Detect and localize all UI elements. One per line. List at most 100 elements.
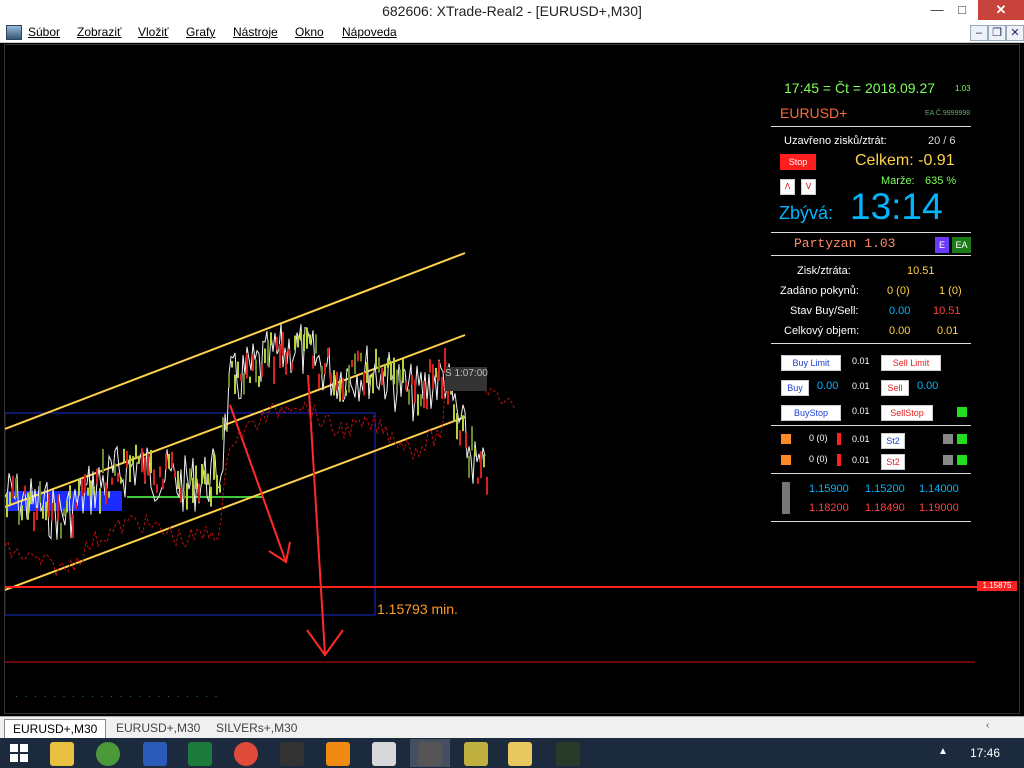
buy-lot: 0.01 xyxy=(852,381,870,391)
taskbar-item-folder[interactable] xyxy=(500,739,540,767)
buy-limit-button[interactable]: Buy Limit xyxy=(781,355,841,371)
volume-label: Celkový objem: xyxy=(784,325,860,337)
st2-button-2[interactable]: St2 xyxy=(881,454,905,470)
faded-status-text: · · · · · · · · · · · · · · · · · · · · … xyxy=(15,691,220,701)
green-status-icon[interactable] xyxy=(957,407,967,417)
lot-1: 0.01 xyxy=(852,434,870,444)
taskbar-item-explorer[interactable] xyxy=(42,739,82,767)
gray-toggle-icon[interactable] xyxy=(943,434,953,444)
dashed-indicator xyxy=(5,362,516,579)
menu-window[interactable]: Okno xyxy=(295,25,324,39)
menu-file[interactable]: Súbor xyxy=(28,25,60,39)
xtrade-icon xyxy=(372,742,396,766)
level-2-2: 1.18490 xyxy=(865,502,905,514)
taskbar-item-chrome[interactable] xyxy=(226,739,266,767)
tabs-scroll-left[interactable]: ‹ xyxy=(986,720,989,731)
orange-toggle-icon[interactable] xyxy=(781,455,791,465)
photos-icon xyxy=(464,742,488,766)
state-buy: 0.00 xyxy=(889,305,911,317)
symbol-label: EURUSD+ xyxy=(780,105,848,121)
taskbar-item-metatrader[interactable] xyxy=(548,739,588,767)
stop-button[interactable]: Stop xyxy=(780,154,816,170)
range-box xyxy=(5,412,376,616)
divider xyxy=(771,126,971,127)
menu-help[interactable]: Nápoveda xyxy=(342,25,397,39)
buy-stop-button[interactable]: BuyStop xyxy=(781,405,841,421)
level-1-1: 1.15900 xyxy=(809,483,849,495)
gray-toggle-icon[interactable] xyxy=(943,455,953,465)
sell-stop-button[interactable]: SellStop xyxy=(881,405,933,421)
divider xyxy=(771,232,971,233)
orange-toggle-icon[interactable] xyxy=(781,434,791,444)
menu-bar: Súbor Zobraziť Vložiť Grafy Nástroje Okn… xyxy=(0,22,1024,43)
down-arrow-icon[interactable]: V xyxy=(801,179,816,195)
tab-eurusd-2[interactable]: EURUSD+,M30 xyxy=(108,719,208,737)
buy-button[interactable]: Buy xyxy=(781,380,809,396)
sell-limit-button[interactable]: Sell Limit xyxy=(881,355,941,371)
divider xyxy=(771,521,971,522)
timer-tag: S 1:07:00 xyxy=(445,368,488,379)
tray-up-icon[interactable]: ▲ xyxy=(938,746,948,757)
level-2-3: 1.19000 xyxy=(919,502,959,514)
price-chart[interactable]: S 1:07:00 1.15793 min. 1.15875 · · · · ·… xyxy=(4,44,1020,714)
divider xyxy=(771,255,971,256)
ea-panel: 17:45 = Čt = 2018.09.27 1.03 EURUSD+ EA … xyxy=(771,75,981,525)
st2-button-1[interactable]: St2 xyxy=(881,433,905,449)
closed-value: 20 / 6 xyxy=(928,135,956,147)
close-button[interactable]: ✕ xyxy=(978,0,1024,20)
level-1-2: 1.15200 xyxy=(865,483,905,495)
clock: 17:46 xyxy=(970,746,1001,760)
window-title: 682606: XTrade-Real2 - [EURUSD+,M30] xyxy=(382,3,642,19)
state-label: Stav Buy/Sell: xyxy=(790,305,859,317)
buy-price: 0.00 xyxy=(817,380,839,392)
mdi-restore-button[interactable]: ❐ xyxy=(988,25,1006,41)
remaining-value: 13:14 xyxy=(850,186,943,227)
menu-charts[interactable]: Grafy xyxy=(186,25,215,39)
title-bar: 682606: XTrade-Real2 - [EURUSD+,M30] — □… xyxy=(0,0,1024,22)
orders-buy: 0 (0) xyxy=(887,285,910,297)
taskbar-item-word[interactable] xyxy=(135,739,175,767)
volume-sell: 0.01 xyxy=(937,325,959,337)
taskbar-item-terminal[interactable] xyxy=(410,739,450,767)
orders-sell: 1 (0) xyxy=(939,285,962,297)
app-icon[interactable] xyxy=(6,25,22,40)
maximize-button[interactable]: □ xyxy=(948,0,976,20)
total-label: Celkem: -0.91 xyxy=(855,152,955,169)
network-icon xyxy=(96,742,120,766)
mdi-close-button[interactable]: ✕ xyxy=(1006,25,1024,41)
ea-ea-badge[interactable]: EA xyxy=(952,237,971,253)
taskbar-item-vlc[interactable] xyxy=(318,739,358,767)
taskbar-item-network[interactable] xyxy=(88,739,128,767)
menu-tools[interactable]: Nástroje xyxy=(233,25,278,39)
start-icon[interactable] xyxy=(10,744,28,762)
up-arrow-icon[interactable]: Λ xyxy=(780,179,795,195)
state-sell: 10.51 xyxy=(933,305,961,317)
xm-icon xyxy=(280,742,304,766)
mdi-minimize-button[interactable]: – xyxy=(970,25,988,41)
arrow-short-shaft xyxy=(229,404,287,563)
divider xyxy=(771,425,971,426)
excel-icon xyxy=(188,742,212,766)
folder-icon xyxy=(508,742,532,766)
counter-1: 0 (0) xyxy=(809,433,828,443)
menu-insert[interactable]: Vložiť xyxy=(138,25,169,39)
green-status-icon[interactable] xyxy=(957,434,967,444)
closed-label: Uzavřeno zisků/ztrát: xyxy=(784,135,887,147)
level-slider[interactable] xyxy=(782,482,790,514)
menu-view[interactable]: Zobraziť xyxy=(77,25,122,39)
red-bar-icon xyxy=(837,454,841,466)
word-icon xyxy=(143,742,167,766)
price-tag: 1.15875 xyxy=(977,581,1017,591)
orders-label: Zadáno pokynů: xyxy=(780,285,859,297)
taskbar-item-excel[interactable] xyxy=(180,739,220,767)
sell-button[interactable]: Sell xyxy=(881,380,909,396)
taskbar-item-xm[interactable] xyxy=(272,739,312,767)
arrow-long-shaft xyxy=(307,374,326,656)
taskbar-item-photos[interactable] xyxy=(456,739,496,767)
taskbar-item-xtrade[interactable] xyxy=(364,739,404,767)
lot-2: 0.01 xyxy=(852,455,870,465)
ea-e-badge[interactable]: E xyxy=(935,237,949,253)
green-status-icon[interactable] xyxy=(957,455,967,465)
tab-silvers[interactable]: SILVERs+,M30 xyxy=(208,719,305,737)
tab-eurusd-1[interactable]: EURUSD+,M30 xyxy=(4,719,107,738)
